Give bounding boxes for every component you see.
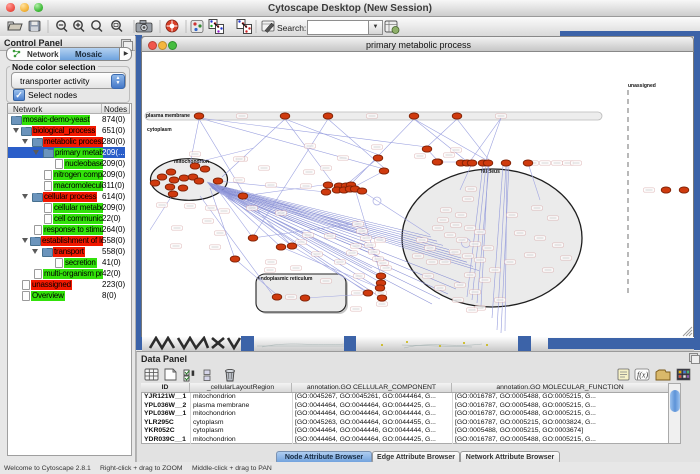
- svg-text:f(x): f(x): [637, 371, 648, 380]
- svg-text:unassigned: unassigned: [628, 83, 656, 89]
- svg-text:▮: ▮: [191, 370, 195, 377]
- svg-text:plasma membrane: plasma membrane: [146, 113, 190, 119]
- svg-text:endoplasmic reticulum: endoplasmic reticulum: [258, 276, 313, 282]
- svg-text:nucleus: nucleus: [481, 169, 500, 175]
- svg-text:cytoplasm: cytoplasm: [147, 127, 172, 133]
